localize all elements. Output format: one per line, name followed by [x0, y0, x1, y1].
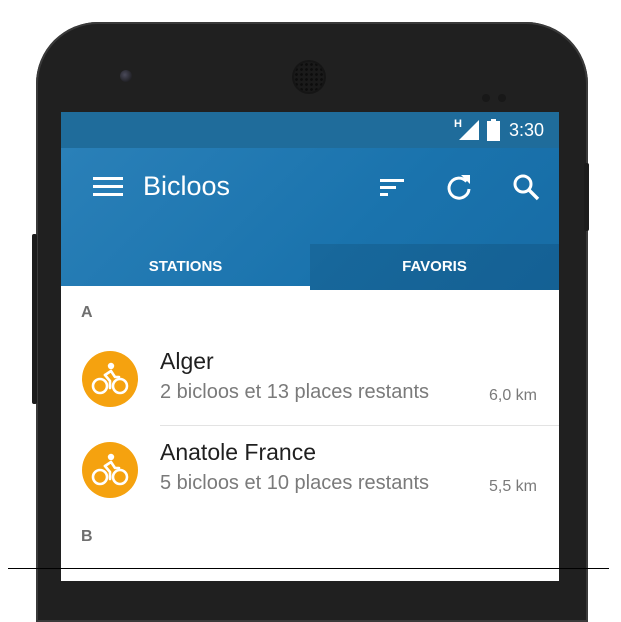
station-avatar: [82, 442, 138, 498]
bike-icon: [91, 453, 129, 486]
front-camera: [120, 70, 132, 82]
station-name: Alger: [160, 348, 214, 374]
signal-icon: [459, 120, 479, 140]
refresh-icon[interactable]: [444, 172, 474, 202]
station-availability: 2 bicloos et 13 places restants: [160, 381, 430, 403]
status-bar: H 3:30: [61, 112, 559, 148]
tab-stations[interactable]: STATIONS: [61, 244, 310, 290]
proximity-sensor: [482, 94, 490, 102]
menu-icon[interactable]: [93, 176, 123, 198]
battery-icon: [487, 119, 500, 141]
search-icon[interactable]: [511, 172, 541, 202]
station-distance: 6,0 km: [488, 387, 537, 404]
light-sensor: [498, 94, 506, 102]
section-header-a: A: [81, 304, 93, 321]
bike-icon: [91, 362, 129, 395]
app-title: Bicloos: [143, 171, 231, 201]
app-bar: Bicloos STATIONS FAVORIS: [61, 148, 559, 290]
earpiece-speaker: [294, 62, 324, 92]
section-header-b: B: [81, 528, 93, 545]
station-avatar: [82, 351, 138, 407]
clock: 3:30: [509, 120, 545, 140]
sort-icon[interactable]: [378, 172, 408, 202]
list-item[interactable]: Anatole France 5 bicloos et 10 places re…: [61, 425, 559, 517]
tab-favoris[interactable]: FAVORIS: [310, 244, 559, 290]
volume-button: [32, 234, 37, 404]
list-item[interactable]: Alger 2 bicloos et 13 places restants 6,…: [61, 334, 559, 426]
tab-indicator: [61, 286, 310, 290]
station-distance: 5,5 km: [488, 478, 537, 495]
bottom-divider: [8, 568, 609, 569]
station-name: Anatole France: [160, 439, 316, 465]
station-availability: 5 bicloos et 10 places restants: [160, 472, 430, 494]
power-button: [584, 163, 589, 231]
app-screen: H 3:30 Bicloos STATIONS FAVORIS A Alger …: [61, 112, 559, 581]
